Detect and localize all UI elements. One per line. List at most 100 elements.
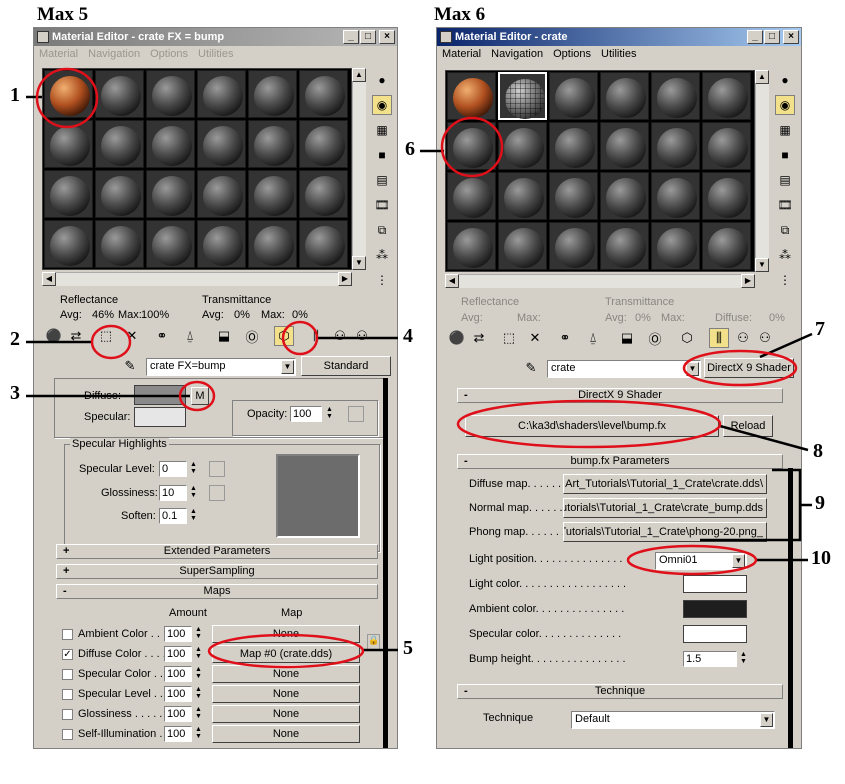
put-to-scene-icon[interactable]: ⇄ (469, 328, 489, 348)
sample-slot[interactable] (600, 122, 649, 170)
material-effects-channel-icon[interactable]: ⬓ (617, 328, 637, 348)
max6-panel-scrollbar[interactable] (788, 468, 793, 748)
map-slot-button[interactable]: None (212, 685, 360, 703)
show-map-in-viewport-icon[interactable]: Ⓞ (242, 326, 262, 346)
go-to-parent-icon[interactable]: ⫼ (709, 328, 729, 348)
max6-slots-vscroll[interactable]: ▲ ▼ (755, 70, 769, 272)
reload-button[interactable]: Reload (723, 415, 773, 437)
sample-slot[interactable] (95, 170, 144, 218)
light-position-dropdown[interactable]: Omni01 ▼ (655, 552, 747, 570)
ambient-color-swatch[interactable] (683, 600, 747, 618)
maximize-button[interactable]: □ (360, 30, 376, 44)
sample-slot[interactable] (651, 172, 700, 220)
make-unique-icon[interactable]: ⚭ (152, 326, 172, 346)
sample-slot[interactable] (248, 220, 297, 268)
map-amount-arrows[interactable]: ▲ ▼ (194, 626, 203, 642)
specular-level-spinner[interactable]: 0 (159, 461, 187, 477)
backlight-icon[interactable]: ◉ (775, 95, 795, 115)
sample-slot[interactable] (651, 122, 700, 170)
assign-to-selection-icon[interactable]: ⬚ (499, 328, 519, 348)
map-slot-button[interactable]: None (212, 625, 360, 643)
eyedropper-icon[interactable]: ✎ (521, 358, 541, 378)
max6-slots-hscroll[interactable]: ◀ ▶ (445, 274, 755, 288)
sample-slot[interactable] (248, 70, 297, 118)
minimize-button[interactable]: _ (343, 30, 359, 44)
sample-slot[interactable] (95, 220, 144, 268)
show-end-result-icon[interactable]: ⬡ (677, 328, 697, 348)
uv-tiling-icon[interactable]: ■ (775, 145, 795, 165)
map-enable-checkbox[interactable] (62, 689, 73, 700)
map-enable-checkbox[interactable] (62, 629, 73, 640)
map-enable-checkbox[interactable]: ✓ (62, 649, 73, 660)
scroll-left-arrow[interactable]: ◀ (445, 274, 459, 288)
video-color-check-icon[interactable]: ▤ (775, 170, 795, 190)
sample-slot[interactable] (299, 70, 348, 118)
backlight-icon[interactable]: ◉ (372, 95, 392, 115)
map-amount-arrows[interactable]: ▲ ▼ (194, 666, 203, 682)
sample-slot[interactable] (299, 220, 348, 268)
max5-panel-scrollbar[interactable] (383, 378, 388, 748)
scroll-right-arrow[interactable]: ▶ (338, 272, 352, 286)
bump-height-arrows[interactable]: ▲ ▼ (739, 651, 748, 667)
sample-slot[interactable] (197, 220, 246, 268)
sample-slot-crate[interactable] (447, 72, 496, 120)
soften-arrows[interactable]: ▲ ▼ (189, 508, 198, 524)
scroll-up-arrow[interactable]: ▲ (755, 70, 769, 84)
sample-slot[interactable] (702, 222, 751, 270)
specular-level-map-button[interactable] (209, 461, 225, 477)
sample-slot[interactable] (197, 170, 246, 218)
glossiness-map-button[interactable] (209, 485, 225, 501)
scroll-down-arrow[interactable]: ▼ (755, 258, 769, 272)
sample-slot[interactable] (197, 70, 246, 118)
menu-options[interactable]: Options (145, 46, 193, 62)
pick-icon[interactable]: ⚇ (755, 328, 775, 348)
specular-color-swatch[interactable] (683, 625, 747, 643)
max5-material-name-dropdown[interactable]: crate FX=bump ▼ (146, 358, 296, 376)
material-effects-channel-icon[interactable]: ⬓ (214, 326, 234, 346)
background-checker-icon[interactable]: ▦ (775, 120, 795, 140)
max6-material-type-button[interactable]: DirectX 9 Shader (704, 358, 794, 378)
make-unique-icon[interactable]: ⚭ (555, 328, 575, 348)
shader-file-button[interactable]: C:\ka3d\shaders\level\bump.fx (465, 415, 719, 437)
technique-dropdown[interactable]: Default ▼ (571, 711, 775, 729)
menu-utilities[interactable]: Utilities (193, 46, 238, 62)
sample-slot[interactable] (299, 170, 348, 218)
rollout-bumpfx-parameters[interactable]: - bump.fx Parameters (457, 454, 783, 469)
options-icon[interactable]: ⧉ (775, 220, 795, 240)
pick-icon[interactable]: ⚇ (352, 326, 372, 346)
scroll-right-arrow[interactable]: ▶ (741, 274, 755, 288)
scroll-left-arrow[interactable]: ◀ (42, 272, 56, 286)
opacity-spinner-arrows[interactable]: ▲ ▼ (325, 406, 334, 422)
bump-height-spinner[interactable]: 1.5 (683, 651, 737, 667)
map-amount-spinner[interactable]: 100 (164, 666, 192, 682)
menu-navigation[interactable]: Navigation (83, 46, 145, 62)
map-enable-checkbox[interactable] (62, 729, 73, 740)
max5-slots-vscroll[interactable]: ▲ ▼ (352, 68, 366, 270)
max5-slots-hscroll[interactable]: ◀ ▶ (42, 272, 352, 286)
eyedropper-icon[interactable]: ✎ (120, 356, 140, 376)
sample-slot[interactable] (702, 72, 751, 120)
sample-slot[interactable] (146, 170, 195, 218)
sample-slot[interactable] (702, 122, 751, 170)
minimize-button[interactable]: _ (747, 30, 763, 44)
material-map-navigator-icon[interactable]: ⋮ (775, 270, 795, 290)
sample-slot[interactable] (248, 170, 297, 218)
close-button[interactable]: × (783, 30, 799, 44)
material-map-navigator-icon[interactable]: ⋮ (372, 270, 392, 290)
show-map-in-viewport-icon[interactable]: Ⓞ (645, 328, 665, 348)
go-forward-to-sibling-icon[interactable]: ⚇ (733, 328, 753, 348)
menu-navigation[interactable]: Navigation (486, 46, 548, 62)
reset-map-icon[interactable]: ✕ (122, 326, 142, 346)
get-material-icon[interactable]: ⚫ (447, 328, 467, 348)
menu-material[interactable]: Material (34, 46, 83, 62)
rollout-maps[interactable]: - Maps (56, 584, 378, 599)
sample-slot[interactable] (146, 120, 195, 168)
show-end-result-icon[interactable]: ⬡ (274, 326, 294, 346)
sample-slot[interactable] (651, 222, 700, 270)
sample-slot[interactable] (600, 72, 649, 120)
sample-slot[interactable] (549, 122, 598, 170)
map-slot-button[interactable]: None (212, 725, 360, 743)
texture-param-button[interactable]: utorials\Tutorial_1_Crate\crate_bump.dds (563, 498, 767, 518)
lock-icon[interactable]: 🔒 (367, 634, 380, 650)
sample-slot[interactable] (146, 220, 195, 268)
